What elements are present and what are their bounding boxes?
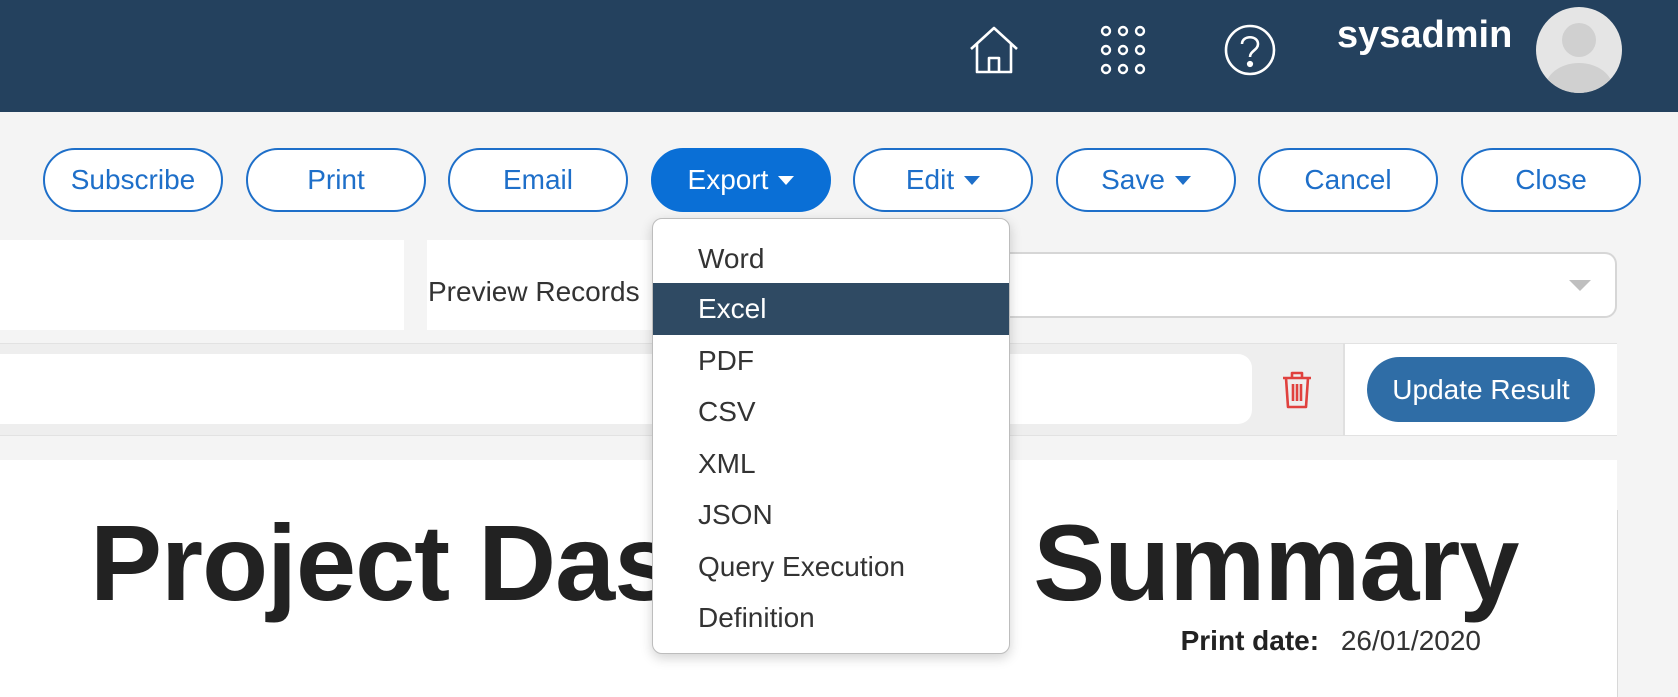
edit-button[interactable]: Edit (853, 148, 1033, 212)
print-date: Print date: 26/01/2020 (1181, 625, 1481, 657)
chevron-down-icon[interactable] (1569, 280, 1591, 291)
edit-button-label: Edit (905, 164, 955, 195)
caret-down-icon (1174, 175, 1191, 185)
close-button-label: Close (1515, 164, 1587, 195)
caret-down-icon (778, 175, 795, 185)
filter-input[interactable] (0, 354, 1252, 424)
home-icon[interactable] (966, 22, 1022, 78)
menu-item-word[interactable]: Word (653, 233, 1009, 285)
menu-item-definition[interactable]: Definition (653, 592, 1009, 644)
menu-item-csv[interactable]: CSV (653, 386, 1009, 438)
help-icon[interactable] (1222, 22, 1278, 78)
export-button[interactable]: Export (651, 148, 831, 212)
update-result-button[interactable]: Update Result (1367, 357, 1595, 422)
subscribe-button[interactable]: Subscribe (43, 148, 223, 212)
trash-icon[interactable] (1280, 370, 1314, 410)
print-button[interactable]: Print (246, 148, 426, 212)
save-button[interactable]: Save (1056, 148, 1236, 212)
menu-item-query-execution[interactable]: Query Execution (653, 541, 1009, 593)
print-button-label: Print (307, 164, 365, 195)
top-navigation-bar: sysadmin (0, 0, 1678, 112)
menu-item-excel[interactable]: Excel (653, 283, 1009, 335)
close-button[interactable]: Close (1461, 148, 1641, 212)
parameter-panel (0, 240, 404, 330)
export-dropdown-menu: Word Excel PDF CSV XML JSON Query Execut… (652, 218, 1010, 654)
report-border (1617, 510, 1618, 697)
preview-records-select[interactable] (990, 252, 1617, 318)
menu-item-pdf[interactable]: PDF (653, 335, 1009, 387)
print-date-value: 26/01/2020 (1340, 625, 1481, 656)
export-button-label: Export (687, 164, 769, 195)
cancel-button-label: Cancel (1304, 164, 1392, 195)
report-title-left: Project Das (90, 502, 674, 623)
cancel-button[interactable]: Cancel (1258, 148, 1438, 212)
apps-grid-icon[interactable] (1095, 22, 1151, 78)
user-avatar[interactable] (1536, 7, 1622, 93)
save-button-label: Save (1101, 164, 1165, 195)
print-date-label: Print date: (1180, 625, 1320, 656)
menu-item-xml[interactable]: XML (653, 438, 1009, 490)
preview-records-label: Preview Records (428, 276, 640, 307)
report-title-right: Summary (1033, 502, 1519, 623)
subscribe-button-label: Subscribe (70, 164, 196, 195)
menu-item-json[interactable]: JSON (653, 489, 1009, 541)
email-button[interactable]: Email (448, 148, 628, 212)
email-button-label: Email (502, 164, 573, 195)
username-label[interactable]: sysadmin (1337, 14, 1512, 57)
caret-down-icon (964, 175, 981, 185)
